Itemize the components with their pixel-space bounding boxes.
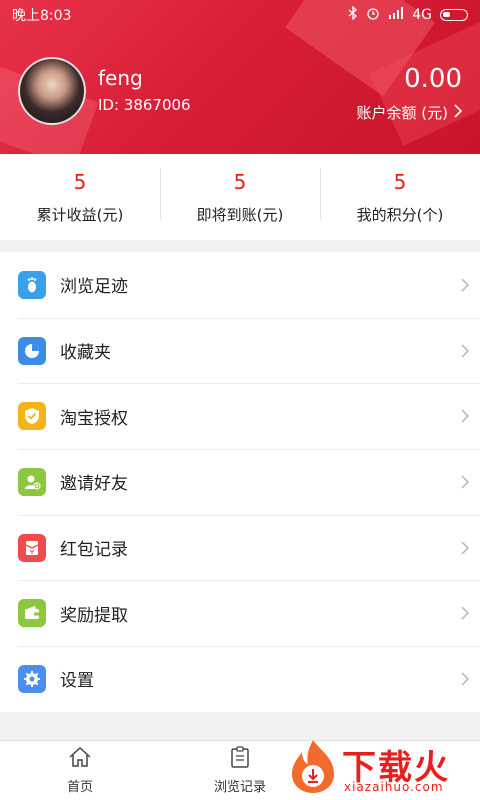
menu-item-red-envelope-records[interactable]: 红包记录	[0, 514, 480, 581]
menu-item-label: 浏览足迹	[60, 277, 128, 298]
stat-pending[interactable]: 5 即将到账(元)	[160, 154, 320, 240]
watermark-url: xiazaihuo.com	[344, 780, 444, 794]
chevron-right-icon	[450, 475, 480, 489]
menu-list: 浏览足迹 收藏夹 淘宝授权 邀请好友 红包记录 奖励提取 设置	[0, 252, 480, 712]
stat-label: 即将到账(元)	[196, 205, 284, 224]
stat-label: 我的积分(个)	[356, 205, 444, 224]
red-envelope-icon	[18, 533, 46, 562]
tab-label: 浏览记录	[213, 780, 266, 795]
chevron-right-icon	[450, 409, 480, 423]
status-bar: 晚上8:03 4G	[0, 0, 480, 30]
account-balance-link[interactable]: 账户余额 (元)	[356, 102, 463, 123]
profile-header: 晚上8:03 4G feng ID: 3867006 0.00 账户余额 (元)	[0, 0, 480, 154]
menu-item-label: 设置	[60, 671, 94, 692]
stat-total-earnings[interactable]: 5 累计收益(元)	[0, 154, 160, 240]
chevron-right-icon	[450, 606, 480, 620]
menu-item-label: 淘宝授权	[60, 408, 128, 429]
alarm-icon	[366, 6, 380, 24]
stat-points[interactable]: 5 我的积分(个)	[320, 154, 480, 240]
watermark-logo: 下载火 xiazaihuo.com	[284, 734, 480, 800]
menu-item-label: 奖励提取	[60, 605, 128, 626]
menu-item-label: 红包记录	[60, 540, 128, 561]
battery-icon	[440, 9, 468, 21]
chevron-right-icon	[450, 344, 480, 358]
account-balance-label: 账户余额 (元)	[356, 104, 448, 122]
clipboard-icon	[230, 746, 250, 772]
stat-value: 5	[393, 169, 407, 194]
menu-item-taobao-auth[interactable]: 淘宝授权	[0, 383, 480, 449]
pie-chart-icon	[18, 336, 46, 365]
add-user-icon	[18, 467, 46, 496]
user-id: ID: 3867006	[98, 96, 191, 114]
chevron-right-icon	[450, 278, 480, 292]
username: feng	[98, 66, 143, 90]
account-balance: 0.00	[404, 64, 462, 94]
stat-value: 5	[233, 169, 247, 194]
menu-item-label: 邀请好友	[60, 474, 128, 495]
chevron-right-icon	[450, 541, 480, 555]
menu-item-label: 收藏夹	[60, 343, 111, 364]
avatar[interactable]	[18, 57, 86, 125]
network-type: 4G	[412, 7, 432, 23]
menu-item-settings[interactable]: 设置	[0, 646, 480, 712]
bluetooth-icon	[348, 5, 358, 24]
stat-label: 累计收益(元)	[36, 205, 124, 224]
chevron-right-icon	[454, 103, 463, 122]
stat-value: 5	[73, 169, 87, 194]
signal-icon	[388, 7, 404, 23]
menu-item-favorites[interactable]: 收藏夹	[0, 317, 480, 384]
stats-bar: 5 累计收益(元) 5 即将到账(元) 5 我的积分(个)	[0, 154, 480, 240]
shield-check-icon	[18, 402, 46, 431]
wallet-icon	[18, 599, 46, 628]
flame-logo-icon	[292, 740, 334, 793]
chevron-right-icon	[450, 672, 480, 686]
footprint-icon	[18, 270, 46, 299]
menu-item-reward-withdrawal[interactable]: 奖励提取	[0, 580, 480, 646]
gear-icon	[18, 664, 46, 693]
status-time: 晚上8:03	[12, 8, 72, 24]
menu-item-invite-friends[interactable]: 邀请好友	[0, 449, 480, 515]
tab-home[interactable]: 首页	[0, 741, 160, 800]
menu-item-browse-history[interactable]: 浏览足迹	[0, 252, 480, 318]
tab-label: 首页	[66, 780, 93, 795]
home-icon	[68, 746, 92, 772]
